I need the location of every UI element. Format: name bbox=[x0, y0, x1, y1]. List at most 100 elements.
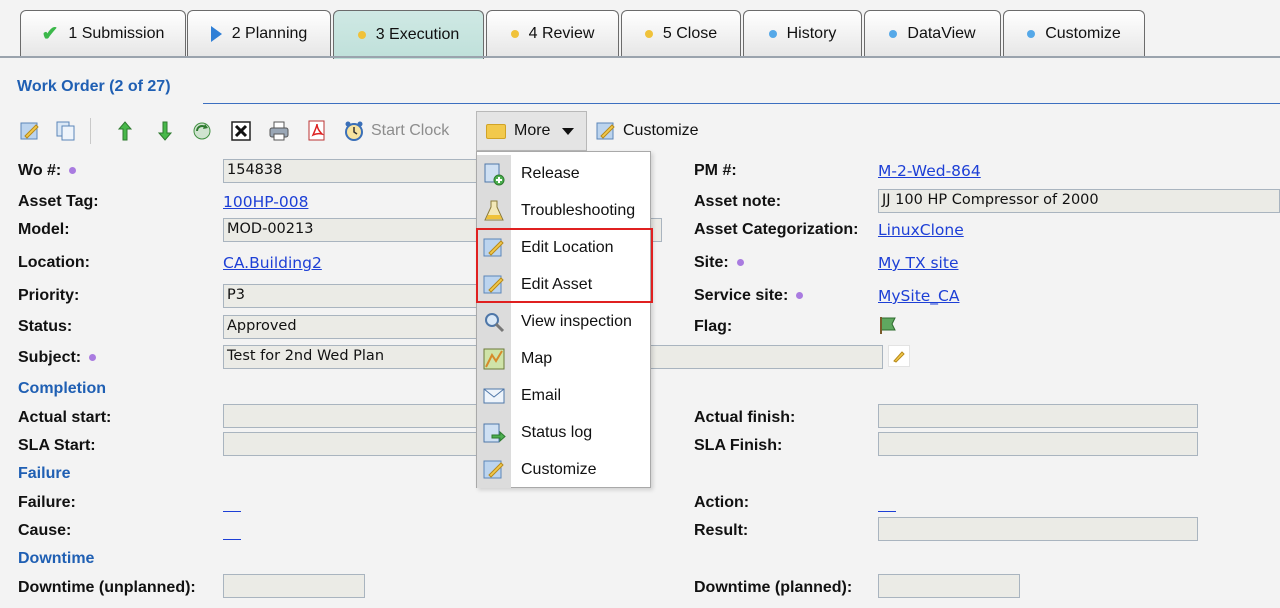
blue-dot-icon bbox=[1027, 30, 1036, 38]
menu-item-edit-location[interactable]: Edit Location bbox=[477, 229, 650, 266]
model-label: Model: bbox=[18, 221, 70, 238]
start-clock-button[interactable]: Start Clock bbox=[343, 118, 449, 144]
sla-finish-label: SLA Finish: bbox=[694, 437, 783, 454]
tab-label: 1 Submission bbox=[68, 25, 165, 42]
flag-icon[interactable] bbox=[878, 315, 898, 340]
map-icon bbox=[477, 340, 511, 377]
release-icon bbox=[477, 155, 511, 192]
menu-item-edit-asset[interactable]: Edit Asset bbox=[477, 266, 650, 303]
priority-label: Priority: bbox=[18, 287, 80, 304]
status-field[interactable]: Approved bbox=[223, 315, 477, 339]
yellow-dot-icon bbox=[357, 31, 366, 39]
edit-asset-icon bbox=[477, 266, 511, 303]
customize-icon bbox=[596, 122, 615, 140]
refresh-icon[interactable] bbox=[189, 118, 215, 144]
sla-start-label: SLA Start: bbox=[18, 437, 96, 454]
wo-number-field[interactable]: 154838 bbox=[223, 159, 477, 183]
tab-submission[interactable]: ✔ 1 Submission bbox=[20, 10, 186, 57]
action-label: Action: bbox=[694, 494, 750, 511]
downtime-planned-field[interactable] bbox=[878, 574, 1020, 598]
downtime-unplanned-label: Downtime (unplanned): bbox=[18, 579, 196, 596]
tab-label: Customize bbox=[1045, 25, 1121, 42]
customize-button[interactable]: Customize bbox=[595, 118, 699, 144]
start-clock-label: Start Clock bbox=[371, 122, 450, 139]
more-dropdown-button[interactable]: More bbox=[476, 111, 587, 151]
tab-bar: ✔ 1 Submission 2 Planning 3 Execution 4 … bbox=[0, 0, 1280, 59]
actual-start-field[interactable] bbox=[223, 404, 477, 428]
asset-tag-link[interactable]: 100HP-008 bbox=[223, 193, 308, 211]
pm-number-link[interactable]: M-2-Wed-864 bbox=[878, 162, 981, 180]
arrow-down-icon[interactable] bbox=[152, 118, 178, 144]
completion-section-title: Completion bbox=[18, 380, 106, 397]
troubleshooting-icon bbox=[477, 192, 511, 229]
actual-finish-label: Actual finish: bbox=[694, 409, 796, 426]
blue-dot-icon bbox=[889, 30, 898, 38]
folder-icon bbox=[486, 123, 506, 139]
result-field[interactable] bbox=[878, 517, 1198, 541]
pencil-icon[interactable] bbox=[888, 345, 910, 367]
site-label: Site: bbox=[694, 254, 744, 272]
asset-categorization-link[interactable]: LinuxClone bbox=[878, 221, 964, 239]
caret-down-icon bbox=[562, 127, 575, 135]
menu-item-map[interactable]: Map bbox=[477, 340, 650, 377]
edit-location-icon bbox=[477, 229, 511, 266]
print-icon[interactable] bbox=[266, 118, 292, 144]
arrow-up-icon[interactable] bbox=[112, 118, 138, 144]
page-title: Work Order (2 of 27) bbox=[17, 78, 171, 95]
actual-finish-field[interactable] bbox=[878, 404, 1198, 428]
failure-link[interactable] bbox=[223, 511, 241, 512]
tab-label: 4 Review bbox=[528, 25, 595, 42]
magnifier-icon bbox=[477, 303, 511, 340]
customize-label: Customize bbox=[623, 122, 699, 139]
check-icon: ✔ bbox=[41, 23, 59, 45]
pdf-icon[interactable] bbox=[304, 118, 330, 144]
tab-label: 2 Planning bbox=[231, 25, 308, 42]
location-link[interactable]: CA.Building2 bbox=[223, 254, 322, 272]
delete-icon[interactable] bbox=[228, 118, 254, 144]
service-site-label: Service site: bbox=[694, 287, 804, 305]
menu-item-troubleshooting[interactable]: Troubleshooting bbox=[477, 192, 650, 229]
downtime-planned-label: Downtime (planned): bbox=[694, 579, 853, 596]
yellow-dot-icon bbox=[510, 30, 519, 38]
asset-note-field[interactable]: JJ 100 HP Compressor of 2000 bbox=[878, 189, 1280, 213]
tab-dataview[interactable]: DataView bbox=[864, 10, 1001, 57]
tab-label: History bbox=[786, 25, 837, 42]
result-label: Result: bbox=[694, 522, 749, 539]
downtime-unplanned-field[interactable] bbox=[223, 574, 365, 598]
edit-icon[interactable] bbox=[17, 118, 43, 144]
site-link[interactable]: My TX site bbox=[878, 254, 958, 272]
menu-item-customize[interactable]: Customize bbox=[477, 451, 650, 488]
menu-item-email[interactable]: Email bbox=[477, 377, 650, 414]
tab-close[interactable]: 5 Close bbox=[621, 10, 741, 57]
action-link[interactable] bbox=[878, 511, 896, 512]
triangle-icon bbox=[210, 26, 222, 42]
actual-start-label: Actual start: bbox=[18, 409, 112, 426]
asset-note-label: Asset note: bbox=[694, 193, 782, 210]
more-dropdown-menu: Release Troubleshooting Edit Location Ed… bbox=[476, 151, 651, 488]
menu-item-view-inspection[interactable]: View inspection bbox=[477, 303, 650, 340]
blue-dot-icon bbox=[768, 30, 777, 38]
cause-link[interactable] bbox=[223, 539, 241, 540]
tab-review[interactable]: 4 Review bbox=[486, 10, 619, 57]
service-site-link[interactable]: MySite_CA bbox=[878, 287, 959, 305]
sla-finish-field[interactable] bbox=[878, 432, 1198, 456]
tab-label: 5 Close bbox=[662, 25, 718, 42]
tab-label: DataView bbox=[907, 25, 976, 42]
asset-categorization-label: Asset Categorization: bbox=[694, 221, 859, 238]
tab-planning[interactable]: 2 Planning bbox=[187, 10, 331, 57]
flag-label: Flag: bbox=[694, 318, 733, 335]
menu-item-release[interactable]: Release bbox=[477, 155, 650, 192]
menu-item-status-log[interactable]: Status log bbox=[477, 414, 650, 451]
tab-customize[interactable]: Customize bbox=[1003, 10, 1145, 57]
required-dot-icon bbox=[736, 259, 744, 267]
tab-execution[interactable]: 3 Execution bbox=[333, 10, 484, 59]
subject-label: Subject: bbox=[18, 349, 97, 367]
alarm-clock-icon bbox=[345, 121, 363, 141]
priority-field[interactable]: P3 bbox=[223, 284, 477, 308]
downtime-section-title: Downtime bbox=[18, 550, 95, 567]
email-icon bbox=[477, 377, 511, 414]
toolbar-separator bbox=[90, 118, 91, 144]
copy-icon[interactable] bbox=[52, 118, 78, 144]
sla-start-field[interactable] bbox=[223, 432, 477, 456]
tab-history[interactable]: History bbox=[743, 10, 862, 57]
